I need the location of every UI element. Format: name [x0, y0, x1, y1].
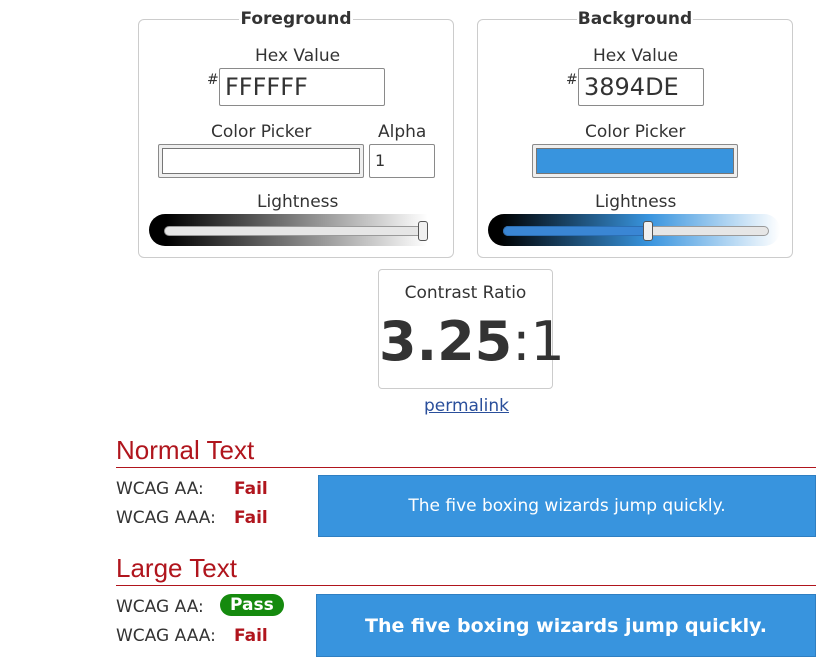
bg-color-swatch — [536, 148, 734, 174]
bg-hex-input[interactable]: 3894DE — [578, 68, 704, 106]
fg-lightness-thumb[interactable] — [418, 221, 428, 241]
normal-text-heading: Normal Text — [116, 435, 255, 465]
fg-hash-symbol: # — [207, 72, 219, 88]
large-text-divider — [116, 585, 816, 586]
fg-lightness-track[interactable] — [164, 226, 428, 236]
normal-wcag-aaa-result: Fail — [234, 508, 268, 528]
normal-wcag-aa-result: Fail — [234, 479, 268, 499]
large-wcag-aaa-label: WCAG AAA: — [116, 626, 216, 646]
contrast-ratio-box: Contrast Ratio 3.25:1 — [378, 269, 565, 389]
large-wcag-aa-label: WCAG AA: — [116, 597, 204, 617]
contrast-ratio-label: Contrast Ratio — [404, 283, 527, 303]
normal-text-divider — [116, 467, 816, 468]
background-legend: Background — [577, 9, 693, 29]
contrast-ratio-number: 3.25 — [379, 310, 513, 373]
fg-hex-label: Hex Value — [255, 46, 341, 66]
bg-color-picker[interactable] — [532, 144, 738, 178]
large-text-heading: Large Text — [116, 553, 237, 583]
large-wcag-aa-pass-badge: Pass — [220, 594, 284, 616]
fg-hex-input[interactable]: FFFFFF — [219, 68, 385, 106]
bg-lightness-fill — [503, 226, 647, 236]
bg-hash-symbol: # — [566, 72, 578, 88]
fg-color-swatch — [162, 148, 360, 174]
permalink-link[interactable]: permalink — [424, 396, 509, 416]
fg-alpha-input[interactable]: 1 — [369, 144, 435, 178]
contrast-ratio-value: 3.25:1 — [379, 310, 565, 374]
large-text-sample: The five boxing wizards jump quickly. — [316, 594, 816, 657]
bg-color-picker-label: Color Picker — [585, 122, 686, 142]
foreground-legend: Foreground — [240, 9, 352, 29]
bg-lightness-label: Lightness — [595, 192, 677, 212]
large-wcag-aaa-result: Fail — [234, 626, 268, 646]
normal-wcag-aaa-label: WCAG AAA: — [116, 508, 216, 528]
fg-color-picker-label: Color Picker — [211, 122, 312, 142]
fg-lightness-label: Lightness — [257, 192, 339, 212]
contrast-ratio-suffix: :1 — [512, 310, 565, 373]
fg-alpha-label: Alpha — [378, 122, 427, 142]
bg-lightness-thumb[interactable] — [643, 221, 653, 241]
fg-color-picker[interactable] — [158, 144, 364, 178]
normal-wcag-aa-label: WCAG AA: — [116, 479, 204, 499]
bg-hex-label: Hex Value — [593, 46, 679, 66]
normal-text-sample: The five boxing wizards jump quickly. — [318, 475, 816, 537]
